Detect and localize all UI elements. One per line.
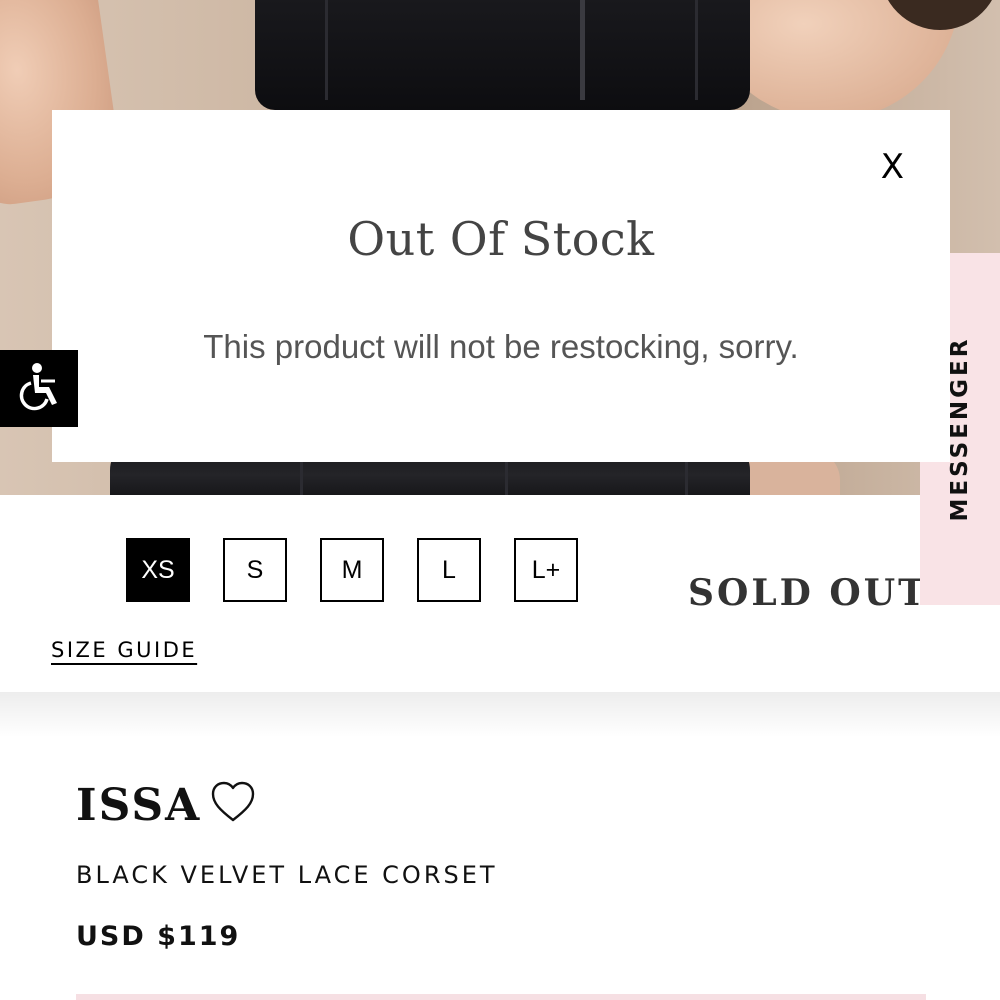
product-brand: ISSA (76, 780, 202, 831)
heart-outline-icon[interactable] (210, 780, 256, 824)
size-option-l-plus[interactable]: L+ (514, 538, 578, 602)
corset-top (255, 0, 750, 110)
size-guide-link[interactable]: SIZE GUIDE (51, 638, 197, 662)
size-selector: XS S M L L+ (126, 538, 578, 602)
product-price: USD $119 (76, 921, 241, 952)
out-of-stock-modal: X Out Of Stock This product will not be … (52, 110, 950, 462)
modal-message: This product will not be restocking, sor… (203, 328, 799, 365)
accessibility-button[interactable] (0, 350, 78, 427)
wheelchair-icon (15, 361, 63, 416)
size-option-l[interactable]: L (417, 538, 481, 602)
size-option-m[interactable]: M (320, 538, 384, 602)
product-name: BLACK VELVET LACE CORSET (76, 861, 498, 889)
bottom-strip (76, 994, 926, 1000)
size-option-xs[interactable]: XS (126, 538, 190, 602)
section-divider (0, 692, 1000, 738)
modal-title: Out Of Stock (347, 212, 655, 266)
close-icon[interactable]: X (881, 150, 904, 184)
messenger-label: MESSENGER (947, 336, 973, 522)
sold-out-label: SOLD OUT (688, 572, 920, 614)
size-option-s[interactable]: S (223, 538, 287, 602)
